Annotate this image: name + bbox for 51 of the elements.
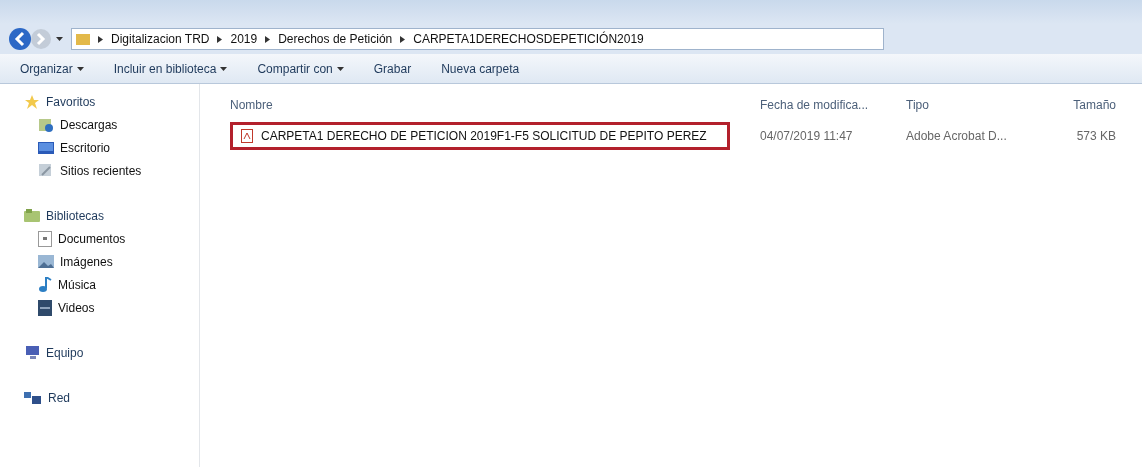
- breadcrumb-arrow-icon: [400, 35, 406, 43]
- nav-item[interactable]: Videos: [24, 296, 199, 319]
- toolbar-button[interactable]: Organizar: [20, 59, 84, 78]
- nav-item[interactable]: Escritorio: [24, 136, 199, 159]
- breadcrumb-arrow-icon: [265, 35, 271, 43]
- document-icon: [38, 230, 52, 247]
- caret-icon: [336, 66, 344, 71]
- caret-icon: [76, 66, 84, 71]
- nav-group[interactable]: Equipo: [24, 341, 199, 364]
- pdf-file-icon: [241, 129, 253, 143]
- breadcrumb-arrow-icon: [98, 35, 103, 43]
- column-header[interactable]: Tamaño: [1036, 96, 1116, 114]
- video-icon: [38, 299, 52, 316]
- network-icon: [24, 390, 42, 405]
- file-name-cell[interactable]: CARPETA1 DERECHO DE PETICION 2019F1-F5 SOLICITUD DE PEPITO PEREZ: [230, 122, 730, 150]
- nav-item[interactable]: Sitios recientes: [24, 159, 199, 182]
- download-folder-icon: [38, 116, 54, 133]
- recent-places-icon: [38, 162, 54, 179]
- music-note-icon: [38, 276, 52, 293]
- back-button-icon[interactable]: [8, 27, 32, 51]
- breadcrumb-item[interactable]: Derechos de Petición: [278, 30, 393, 48]
- toolbar-button[interactable]: Nueva carpeta: [441, 59, 520, 78]
- column-header[interactable]: Fecha de modifica...: [760, 96, 906, 114]
- nav-group[interactable]: Bibliotecas: [24, 204, 199, 227]
- type-cell-text: Adobe Acrobat D...: [906, 128, 1008, 145]
- star-icon: [24, 93, 40, 110]
- date-cell-text: 04/07/2019 11:47: [760, 128, 854, 145]
- nav-item[interactable]: Documentos: [24, 227, 199, 250]
- toolbar-button[interactable]: Compartir con: [257, 59, 344, 78]
- nav-item[interactable]: Imágenes: [24, 250, 199, 273]
- breadcrumb-item[interactable]: Digitalizacion TRD: [111, 30, 210, 48]
- breadcrumb-item[interactable]: 2019: [230, 30, 258, 48]
- toolbar-button[interactable]: Incluir en biblioteca: [113, 59, 228, 78]
- image-icon: [38, 255, 54, 268]
- nav-group[interactable]: Red: [24, 386, 199, 409]
- column-header[interactable]: Nombre: [230, 96, 760, 114]
- desktop-icon: [38, 141, 54, 154]
- caret-icon: [56, 37, 63, 41]
- breadcrumb-arrow-icon: [217, 35, 223, 43]
- nav-item[interactable]: Música: [24, 273, 199, 296]
- column-header[interactable]: Tipo: [906, 96, 1036, 114]
- computer-icon: [24, 345, 40, 360]
- nav-group[interactable]: Favoritos: [24, 90, 199, 113]
- library-icon: [24, 208, 40, 223]
- address-bar[interactable]: Digitalizacion TRD 2019 Derechos de Petición CARPETA1DERECHOSDEPETICIÓN2019: [71, 28, 884, 50]
- breadcrumb-item[interactable]: CARPETA1DERECHOSDEPETICIÓN2019: [413, 30, 644, 48]
- toolbar-button[interactable]: Grabar: [373, 59, 412, 78]
- caret-icon: [220, 66, 228, 71]
- size-cell-text: 573 KB: [1075, 128, 1116, 145]
- folder-icon: [76, 33, 90, 45]
- nav-item[interactable]: Descargas: [24, 113, 199, 136]
